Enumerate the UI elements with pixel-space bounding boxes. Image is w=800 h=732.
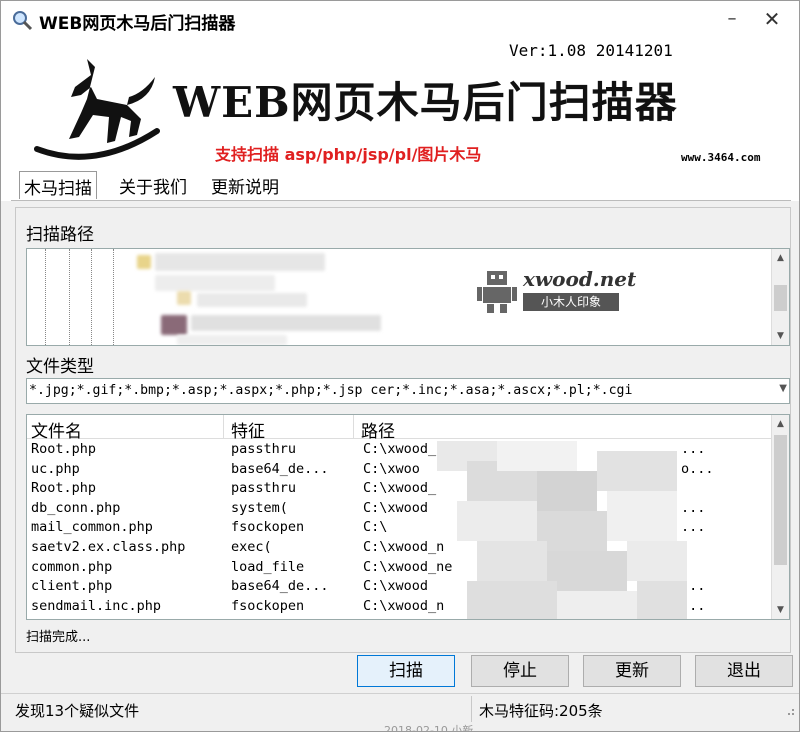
cell-feature: load_file (231, 558, 305, 575)
resize-grip-icon[interactable] (783, 704, 795, 716)
update-button[interactable]: 更新 (583, 655, 681, 687)
scroll-thumb[interactable] (774, 435, 787, 565)
cell-path: C:\ (363, 519, 388, 536)
cell-feature: passthru (231, 480, 297, 497)
blurred-tree-item (177, 335, 287, 345)
magnifier-app-icon (13, 11, 33, 31)
tab-divider (11, 200, 791, 201)
blurred-tree-item (191, 315, 381, 331)
scroll-thumb[interactable] (774, 285, 787, 311)
cell-path: C:\xwoo (363, 460, 420, 477)
main-window: WEB网页木马后门扫描器 – ✕ Ver:1.08 20141201 WEB网页… (0, 0, 800, 732)
window-title: WEB网页木马后门扫描器 (39, 14, 236, 34)
file-type-value: *.jpg;*.gif;*.bmp;*.asp;*.aspx;*.php;*.j… (29, 383, 633, 398)
banner-title: WEB网页木马后门扫描器 (173, 78, 678, 127)
scan-button[interactable]: 扫描 (357, 655, 455, 687)
status-divider (471, 696, 472, 722)
cell-filename: sendmail.inc.php (31, 597, 162, 614)
cell-filename: db_conn.php (31, 499, 121, 516)
tree-guide-line (91, 249, 92, 345)
caption-text: 2018-02-10 小新 (384, 724, 474, 732)
cell-path: C:\xwood_ (363, 480, 437, 497)
scan-panel: 扫描路径 xwood.net 小木人印象 ▲ ▼ 文件类型 *.jpg;*.gi… (15, 207, 791, 653)
tab-update-notes[interactable]: 更新说明 (207, 173, 283, 198)
cell-feature: base64_de... (231, 578, 329, 595)
banner: Ver:1.08 20141201 WEB网页木马后门扫描器 支持扫描 asp/… (1, 39, 799, 169)
tree-scrollbar[interactable]: ▲ ▼ (771, 249, 789, 345)
blurred-tree-item (161, 315, 187, 335)
cell-filename: Root.php (31, 480, 97, 497)
cell-feature: exec( (231, 539, 272, 555)
cell-feature: system( (231, 499, 288, 516)
status-bar: 发现13个疑似文件 木马特征码:205条 (1, 693, 799, 723)
column-header-path[interactable]: 路径 (361, 417, 395, 442)
signature-count: 木马特征码:205条 (479, 702, 603, 720)
cell-path: C:\xwood_n (363, 597, 445, 614)
column-header-feature[interactable]: 特征 (231, 417, 265, 442)
found-count: 发现13个疑似文件 (15, 702, 140, 720)
tab-trojan-scan[interactable]: 木马扫描 (19, 171, 97, 199)
blurred-tree-item (155, 275, 275, 291)
tree-guide-line (45, 249, 46, 345)
chevron-down-icon[interactable]: ▼ (779, 383, 787, 394)
cell-feature: passthru (231, 441, 297, 457)
cell-filename: common.php (31, 558, 113, 575)
scan-path-label: 扫描路径 (26, 225, 94, 245)
blurred-tree-item (155, 253, 325, 271)
scroll-up-arrow-icon[interactable]: ▲ (772, 415, 789, 433)
title-bar: WEB网页木马后门扫描器 – ✕ (1, 1, 799, 39)
pixelated-redaction (437, 441, 687, 619)
tree-guide-line (113, 249, 114, 345)
cell-filename: saetv2.ex.class.php (31, 539, 186, 555)
cell-filename: mail_common.php (31, 519, 153, 536)
column-divider[interactable] (223, 415, 224, 439)
close-button[interactable]: ✕ (757, 5, 787, 35)
tab-about-us[interactable]: 关于我们 (115, 173, 191, 198)
site-url[interactable]: www.3464.com (681, 151, 760, 164)
cell-feature: fsockopen (231, 519, 305, 536)
column-divider[interactable] (353, 415, 354, 439)
results-list[interactable]: 文件名 特征 路径 Root.php passthru C:\xwood_ne...… (26, 414, 790, 620)
file-type-label: 文件类型 (26, 357, 94, 377)
watermark: xwood.net 小木人印象 (477, 265, 636, 317)
rocking-horse-logo (34, 59, 160, 160)
tree-guide-line (69, 249, 70, 345)
minimize-button[interactable]: – (717, 5, 747, 35)
cell-path: C:\xwood_n (363, 539, 445, 555)
scan-status: 扫描完成... (26, 630, 91, 645)
tab-bar: 木马扫描 关于我们 更新说明 (1, 169, 799, 201)
cell-filename: client.php (31, 578, 113, 595)
exit-button[interactable]: 退出 (695, 655, 793, 687)
blurred-tree-item (137, 255, 151, 269)
cell-feature: fsockopen (231, 597, 305, 614)
file-type-combobox[interactable]: *.jpg;*.gif;*.bmp;*.asp;*.aspx;*.php;*.j… (26, 378, 790, 404)
cell-path: C:\xwood (363, 499, 429, 516)
blurred-tree-item (197, 293, 307, 307)
column-header-filename[interactable]: 文件名 (31, 417, 82, 442)
cell-filename: Root.php (31, 441, 97, 457)
cell-feature: base64_de... (231, 460, 329, 477)
watermark-name: xwood.net (523, 267, 637, 291)
cell-path: C:\xwood (363, 578, 429, 595)
scan-path-tree[interactable]: xwood.net 小木人印象 ▲ ▼ (26, 248, 790, 346)
cell-filename: uc.php (31, 460, 80, 477)
stop-button[interactable]: 停止 (471, 655, 569, 687)
blurred-tree-item (177, 291, 191, 305)
version-label: Ver:1.08 20141201 (509, 41, 673, 60)
results-scrollbar[interactable]: ▲ ▼ (771, 415, 789, 619)
scroll-down-arrow-icon[interactable]: ▼ (772, 327, 789, 345)
robot-icon (477, 271, 517, 313)
support-label: 支持扫描 asp/php/jsp/pl/图片木马 (215, 145, 482, 164)
scroll-up-arrow-icon[interactable]: ▲ (772, 249, 789, 267)
watermark-tag: 小木人印象 (523, 293, 619, 311)
results-header: 文件名 特征 路径 (27, 415, 771, 442)
scroll-down-arrow-icon[interactable]: ▼ (772, 601, 789, 619)
